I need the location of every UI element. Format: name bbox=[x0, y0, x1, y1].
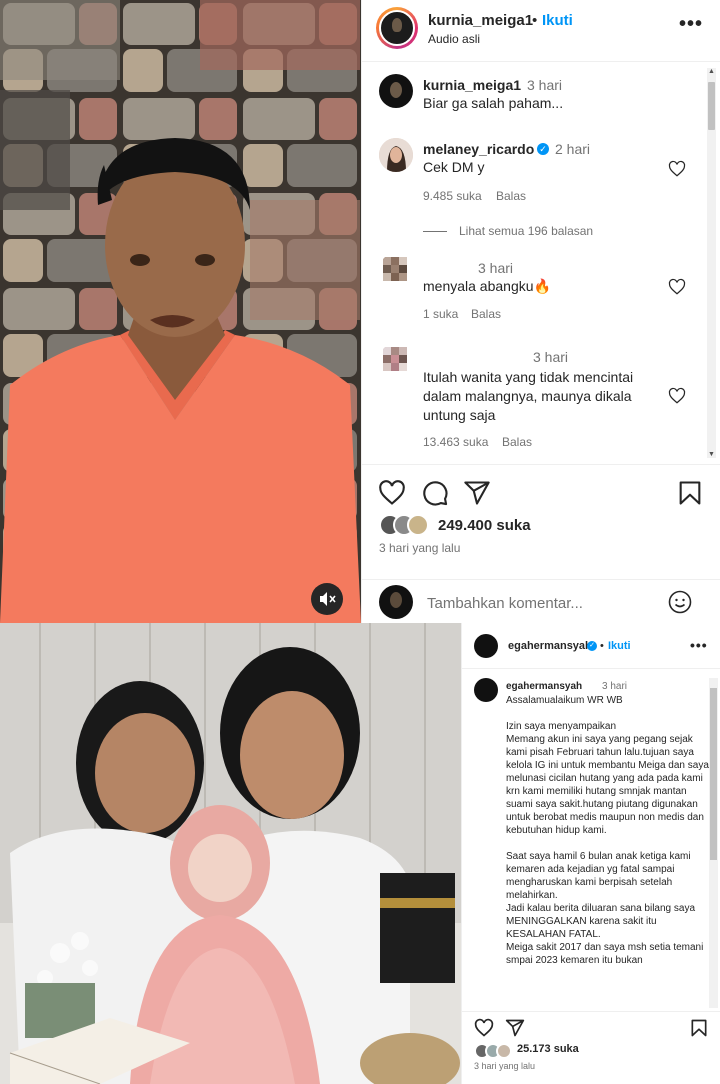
comment-avatar[interactable] bbox=[379, 138, 413, 172]
caption-paragraph: Izin saya menyampaikan Memang akun ini s… bbox=[506, 721, 709, 836]
post-2-caption: egahermansyah 3 hari Assalamualaikum WR … bbox=[462, 670, 720, 1010]
mute-button[interactable] bbox=[311, 583, 343, 615]
likes-count[interactable]: 25.173 suka bbox=[517, 1043, 579, 1055]
comment-text: menyala abangku🔥 bbox=[423, 278, 551, 294]
caption-avatar[interactable] bbox=[474, 678, 498, 702]
post-2-header: egahermansyah ✓ • Ikuti ••• bbox=[462, 623, 720, 669]
comment-time: 2 hari bbox=[555, 141, 591, 157]
post-1-video[interactable] bbox=[0, 0, 361, 623]
comment-likes[interactable]: 9.485 suka bbox=[423, 189, 482, 203]
avatar-image bbox=[390, 82, 402, 98]
reply-button[interactable]: Balas bbox=[502, 435, 532, 449]
scrollbar-thumb[interactable] bbox=[708, 82, 715, 130]
caption-time: 3 hari bbox=[602, 681, 628, 692]
comment-likes[interactable]: 13.463 suka bbox=[423, 435, 488, 449]
avatar-image bbox=[379, 253, 413, 287]
bookmark-icon[interactable] bbox=[689, 1018, 709, 1038]
reply-button[interactable]: Balas bbox=[496, 189, 526, 203]
comment-text: Cek DM y bbox=[423, 159, 485, 175]
caption-username[interactable]: egahermansyah bbox=[506, 681, 582, 692]
comment-likes[interactable]: 1 suka bbox=[423, 307, 458, 321]
comment-time: 3 hari bbox=[478, 260, 514, 276]
caption-text: Assalamualaikum WR WB Izin saya menyampa… bbox=[506, 694, 711, 967]
scroll-down-arrow[interactable]: ▼ bbox=[708, 451, 715, 458]
scrollbar-thumb[interactable] bbox=[710, 688, 717, 860]
comment-avatar[interactable] bbox=[379, 74, 413, 108]
heart-icon[interactable] bbox=[668, 160, 686, 178]
comment-avatar-blurred[interactable] bbox=[379, 253, 413, 287]
video-frame-man bbox=[0, 0, 361, 623]
comment-username[interactable]: melaney_ricardo bbox=[423, 141, 534, 157]
follow-button[interactable]: Ikuti bbox=[542, 12, 573, 29]
comments-list: kurnia_meiga1 3 hari Biar ga salah paham… bbox=[362, 63, 720, 463]
share-icon[interactable] bbox=[463, 479, 491, 507]
separator-dot: • bbox=[600, 640, 604, 652]
caption-paragraph: Saat saya hamil 6 bulan anak ketiga kami… bbox=[506, 851, 704, 966]
comment-avatar-blurred[interactable] bbox=[379, 343, 413, 377]
comment-time: 3 hari bbox=[533, 349, 569, 365]
comment-text-line: Itulah wanita yang tidak mencintai bbox=[423, 369, 634, 385]
avatar-story-ring[interactable] bbox=[376, 7, 418, 49]
post-1: kurnia_meiga1 • Ikuti Audio asli ••• kur… bbox=[0, 0, 720, 623]
post-date: 3 hari yang lalu bbox=[474, 1061, 536, 1071]
reply-button[interactable]: Balas bbox=[471, 307, 501, 321]
caption-scrollbar[interactable] bbox=[709, 678, 718, 1008]
audio-label[interactable]: Audio asli bbox=[428, 32, 480, 46]
share-icon[interactable] bbox=[505, 1018, 525, 1038]
liker-avatar bbox=[407, 514, 429, 536]
heart-icon[interactable] bbox=[378, 479, 406, 507]
heart-icon[interactable] bbox=[668, 387, 686, 405]
caption-paragraph: Assalamualaikum WR WB bbox=[506, 695, 623, 706]
post-2-photo[interactable] bbox=[0, 623, 461, 1084]
scroll-up-arrow[interactable]: ▲ bbox=[708, 68, 715, 75]
add-comment-bar: Tambahkan komentar... bbox=[362, 579, 720, 623]
follow-button[interactable]: Ikuti bbox=[608, 640, 631, 652]
comment-username[interactable]: kurnia_meiga1 bbox=[423, 77, 521, 93]
post-1-header: kurnia_meiga1 • Ikuti Audio asli ••• bbox=[362, 0, 720, 62]
verified-icon: ✓ bbox=[537, 143, 549, 155]
more-icon[interactable]: ••• bbox=[690, 637, 708, 653]
emoji-icon[interactable] bbox=[668, 590, 692, 614]
post-2-username[interactable]: egahermansyah bbox=[508, 640, 592, 652]
view-replies-button[interactable]: Lihat semua 196 balasan bbox=[459, 224, 593, 238]
current-user-avatar bbox=[379, 585, 413, 619]
add-comment-input[interactable]: Tambahkan komentar... bbox=[427, 595, 583, 612]
separator-dot: • bbox=[532, 12, 538, 29]
comment-text: Biar ga salah paham... bbox=[423, 95, 564, 111]
avatar[interactable] bbox=[474, 634, 498, 658]
liker-avatar bbox=[496, 1043, 512, 1059]
verified-icon: ✓ bbox=[587, 641, 597, 651]
likes-count[interactable]: 249.400 suka bbox=[438, 517, 531, 534]
comment-text-line: untung saja bbox=[423, 407, 496, 423]
replies-divider bbox=[423, 231, 447, 232]
post-1-username[interactable]: kurnia_meiga1 bbox=[428, 12, 533, 29]
mute-icon bbox=[320, 592, 336, 606]
post-date: 3 hari yang lalu bbox=[379, 541, 461, 555]
avatar-image bbox=[379, 138, 413, 172]
bookmark-icon[interactable] bbox=[676, 479, 704, 507]
comment-time: 3 hari bbox=[527, 77, 563, 93]
family-photo bbox=[0, 623, 461, 1084]
post-2-action-bar: 25.173 suka 3 hari yang lalu bbox=[462, 1011, 720, 1084]
more-icon[interactable]: ••• bbox=[678, 14, 704, 38]
comment-icon[interactable] bbox=[421, 479, 449, 507]
post-2: egahermansyah ✓ • Ikuti ••• egahermansya… bbox=[0, 623, 720, 1084]
comment-text-line: dalam malangnya, maunya dikala bbox=[423, 388, 632, 404]
post-2-panel: egahermansyah ✓ • Ikuti ••• egahermansya… bbox=[461, 623, 720, 1084]
post-1-panel: kurnia_meiga1 • Ikuti Audio asli ••• kur… bbox=[361, 0, 720, 623]
avatar-image bbox=[379, 343, 413, 377]
heart-icon[interactable] bbox=[668, 278, 686, 296]
avatar bbox=[379, 10, 415, 46]
heart-icon[interactable] bbox=[474, 1018, 494, 1038]
comments-scrollbar[interactable]: ▲ ▼ bbox=[707, 68, 716, 458]
